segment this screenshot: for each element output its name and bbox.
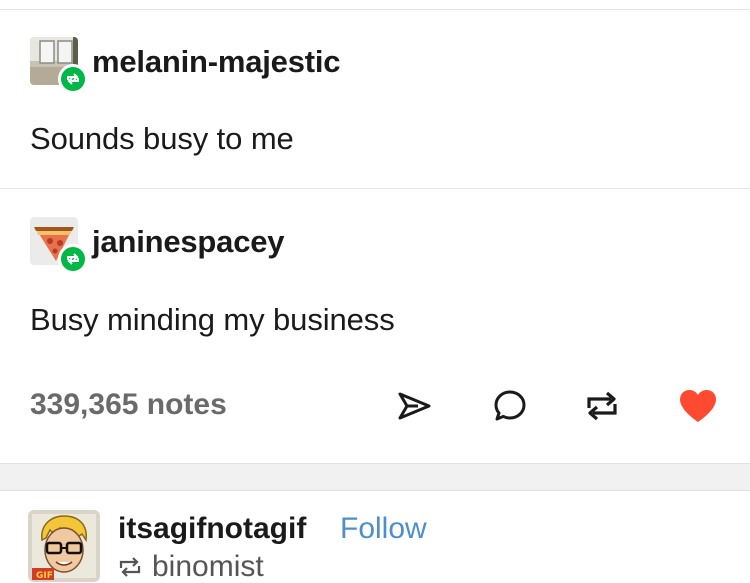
reblog-text: Sounds busy to me — [30, 121, 294, 156]
post-username[interactable]: itsagifnotagif — [118, 512, 306, 546]
reblogged-from: binomist — [118, 550, 264, 583]
avatar-janinespacey[interactable] — [30, 217, 88, 274]
reblog-username[interactable]: janinespacey — [92, 224, 285, 260]
follow-button[interactable]: Follow — [340, 512, 427, 546]
cartoon-avatar-icon[interactable]: GIF — [28, 510, 100, 582]
reblog-badge-icon — [58, 64, 88, 94]
reblog-icon[interactable] — [580, 384, 624, 428]
tumblr-post-view: melanin-majestic Sounds busy to me janin… — [0, 0, 750, 583]
reblog-badge-icon — [58, 244, 88, 274]
reblog-header-1: melanin-majestic — [30, 36, 341, 94]
gif-badge-text: GIF — [36, 571, 53, 581]
reply-icon[interactable] — [488, 384, 532, 428]
post-footer: 339,365 notes — [30, 382, 730, 428]
share-icon[interactable] — [392, 384, 436, 428]
top-divider — [0, 9, 750, 10]
post-separator — [0, 463, 750, 491]
reblog-header-2: janinespacey — [30, 216, 285, 274]
reblog-divider — [0, 188, 750, 189]
like-heart-icon[interactable] — [676, 384, 720, 428]
reblog-small-icon — [118, 554, 144, 580]
reblogged-from-username[interactable]: binomist — [152, 550, 264, 583]
notes-count[interactable]: 339,365 notes — [30, 388, 227, 422]
reblog-text: Busy minding my business — [30, 302, 395, 337]
avatar-melanin-majestic[interactable] — [30, 37, 88, 94]
reblog-username[interactable]: melanin-majestic — [92, 44, 341, 80]
